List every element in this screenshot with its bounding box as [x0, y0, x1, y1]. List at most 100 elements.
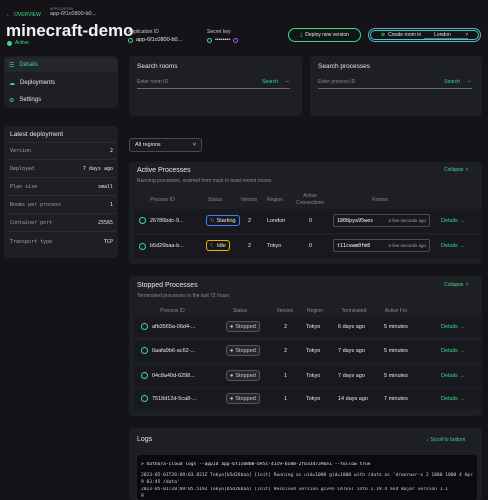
sidebar-item-settings[interactable]: ⚙ Settings	[4, 93, 118, 107]
connections: 0	[309, 218, 313, 224]
arrow-right-icon: →	[284, 78, 290, 84]
collapse-stopped-button[interactable]: Collapse ˄	[444, 282, 468, 288]
copy-icon	[207, 37, 212, 43]
process-icon	[139, 217, 146, 224]
arrow-down-icon: ↓	[426, 437, 429, 443]
search-rooms-button[interactable]: Search	[262, 79, 278, 85]
list-icon: ☰	[9, 62, 15, 69]
status-badge-stopped: ● Stopped	[226, 370, 260, 381]
upload-icon: ⤓	[300, 32, 303, 38]
status-badge-stopped: ● Stopped	[226, 321, 260, 332]
col-process-id: Process ID	[160, 308, 185, 314]
field-rooms-per-process: Rooms per process 1	[10, 202, 113, 208]
chevron-down-icon: ˅	[192, 142, 196, 148]
arrow-right-icon: →	[459, 396, 465, 402]
version: 1	[284, 373, 288, 379]
field-deployed: Deployed 7 days ago	[10, 166, 113, 172]
stop-circle-icon: ●	[230, 395, 234, 402]
col-status: Status	[232, 308, 248, 314]
back-label: OVERVIEW	[14, 12, 41, 18]
room-id: 1808pya95wes	[337, 217, 374, 224]
log-command: > hathora-cloud logs --appId app-6f1c080…	[141, 462, 371, 467]
table-row[interactable]: b5d26baa-b... ☾ Idle 2 Tokyo 0 t11cewm0f…	[134, 235, 482, 258]
search-processes-button[interactable]: Search	[444, 79, 460, 85]
details-link[interactable]: Details →	[441, 396, 465, 402]
arrow-right-icon: →	[459, 373, 465, 379]
terminated: 7 days ago	[338, 373, 365, 379]
region: London	[267, 218, 286, 224]
table-row[interactable]: 04c8a40d-6298... ● Stopped 1 Tokyo 7 day…	[134, 366, 482, 386]
field-container-port: Container port 25565	[10, 220, 113, 226]
arrow-right-icon: →	[459, 324, 465, 330]
active-for: 5 minutes	[384, 373, 408, 379]
process-icon	[141, 395, 148, 402]
table-row[interactable]: afb3565a-06d4-... ● Stopped 2 Tokyo 6 da…	[134, 317, 482, 337]
arrow-right-icon: →	[459, 348, 465, 354]
status-badge: Active	[7, 40, 29, 46]
status-badge-stopped: ● Stopped	[226, 345, 260, 356]
log-line: 2023-05-01T20:09:05.519Z Tokyo[b5d26baa]…	[141, 487, 448, 492]
room-chip[interactable]: t11cewm0fm8 a few seconds ago	[333, 239, 430, 252]
arrow-left-icon: ←	[6, 12, 11, 18]
details-link[interactable]: Details →	[441, 243, 465, 249]
divider	[8, 159, 116, 160]
process-id: 26786bdc-9...	[150, 218, 184, 224]
version: 2	[248, 243, 252, 249]
col-active-for: Active For	[384, 308, 408, 314]
status-badge-stopped: ● Stopped	[226, 393, 260, 404]
details-link[interactable]: Details →	[441, 373, 465, 379]
col-region: Region	[267, 197, 283, 203]
table-row[interactable]: 26786bdc-9... ↻ Starting 2 London 0 1808…	[134, 209, 482, 233]
create-room-button[interactable]: ⊕ Create room in London ˅	[368, 28, 481, 42]
process-id: b5d26baa-b...	[150, 243, 184, 249]
chevron-down-icon: ˅	[465, 31, 469, 38]
room-time: a few seconds ago	[388, 218, 426, 223]
status-badge-starting: ↻ Starting	[206, 215, 240, 226]
arrow-right-icon: →	[459, 243, 465, 249]
process-id: 04c8a40d-6298...	[152, 373, 195, 379]
col-terminated: Terminated	[341, 308, 367, 314]
stop-circle-icon: ●	[230, 347, 234, 354]
deploy-new-version-button[interactable]: ⤓ Deploy new version	[288, 28, 361, 42]
region-select[interactable]: London ˅	[424, 31, 469, 39]
room-id-input[interactable]: Enter room ID Search →	[137, 78, 290, 89]
version: 2	[284, 348, 288, 354]
active-processes-title: Active Processes	[137, 167, 191, 174]
table-row[interactable]: 7518d12d-5ca8-... ● Stopped 1 Tokyo 14 d…	[134, 389, 482, 409]
details-link[interactable]: Details →	[441, 348, 465, 354]
search-rooms-title: Search rooms	[137, 63, 178, 70]
process-id-input[interactable]: Enter process ID Search →	[318, 78, 472, 89]
process-id: 0aafa9b6-ac62-...	[152, 348, 196, 354]
breadcrumb-app: app-6f1c0800-b0...	[50, 11, 97, 17]
page-title: minecraft-demo	[6, 21, 134, 40]
plus-icon: ⊕	[380, 32, 386, 38]
process-icon	[141, 323, 148, 330]
divider	[8, 142, 116, 143]
eye-icon[interactable]	[233, 37, 239, 43]
chevron-up-icon: ˄	[465, 167, 469, 173]
stopped-processes-title: Stopped Processes	[137, 282, 198, 289]
secret-key-label: Secret key	[207, 29, 231, 35]
room-chip[interactable]: 1808pya95wes a few seconds ago	[333, 214, 430, 227]
stopped-processes-subtitle: Terminated processes in the last 72 hour…	[137, 293, 230, 299]
terminated: 7 days ago	[338, 348, 365, 354]
divider	[8, 195, 116, 196]
app-id-value[interactable]: app-6f1c0800-b0...	[128, 37, 182, 43]
region-filter-select[interactable]: All regions ˅	[129, 138, 202, 152]
col-rooms: Rooms	[372, 197, 388, 203]
process-icon	[139, 243, 146, 250]
region: Tokyo	[267, 243, 282, 249]
scroll-to-bottom-button[interactable]: ↓ Scroll to bottom	[426, 437, 465, 443]
region: Tokyo	[306, 373, 321, 379]
collapse-active-button[interactable]: Collapse ˄	[444, 167, 468, 173]
sidebar-item-details[interactable]: ☰ Details	[4, 58, 118, 72]
details-link[interactable]: Details →	[441, 218, 465, 224]
terminated: 6 days ago	[338, 324, 365, 330]
refresh-icon: ↻	[210, 217, 215, 224]
sidebar-item-deployments[interactable]: ☁ Deployments	[4, 76, 118, 90]
back-link[interactable]: ← OVERVIEW	[6, 12, 41, 18]
details-link[interactable]: Details →	[441, 324, 465, 330]
table-row[interactable]: 0aafa9b6-ac62-... ● Stopped 2 Tokyo 7 da…	[134, 341, 482, 361]
moon-icon: ☾	[210, 242, 215, 249]
secret-key-value[interactable]: ••••••••	[207, 37, 239, 43]
